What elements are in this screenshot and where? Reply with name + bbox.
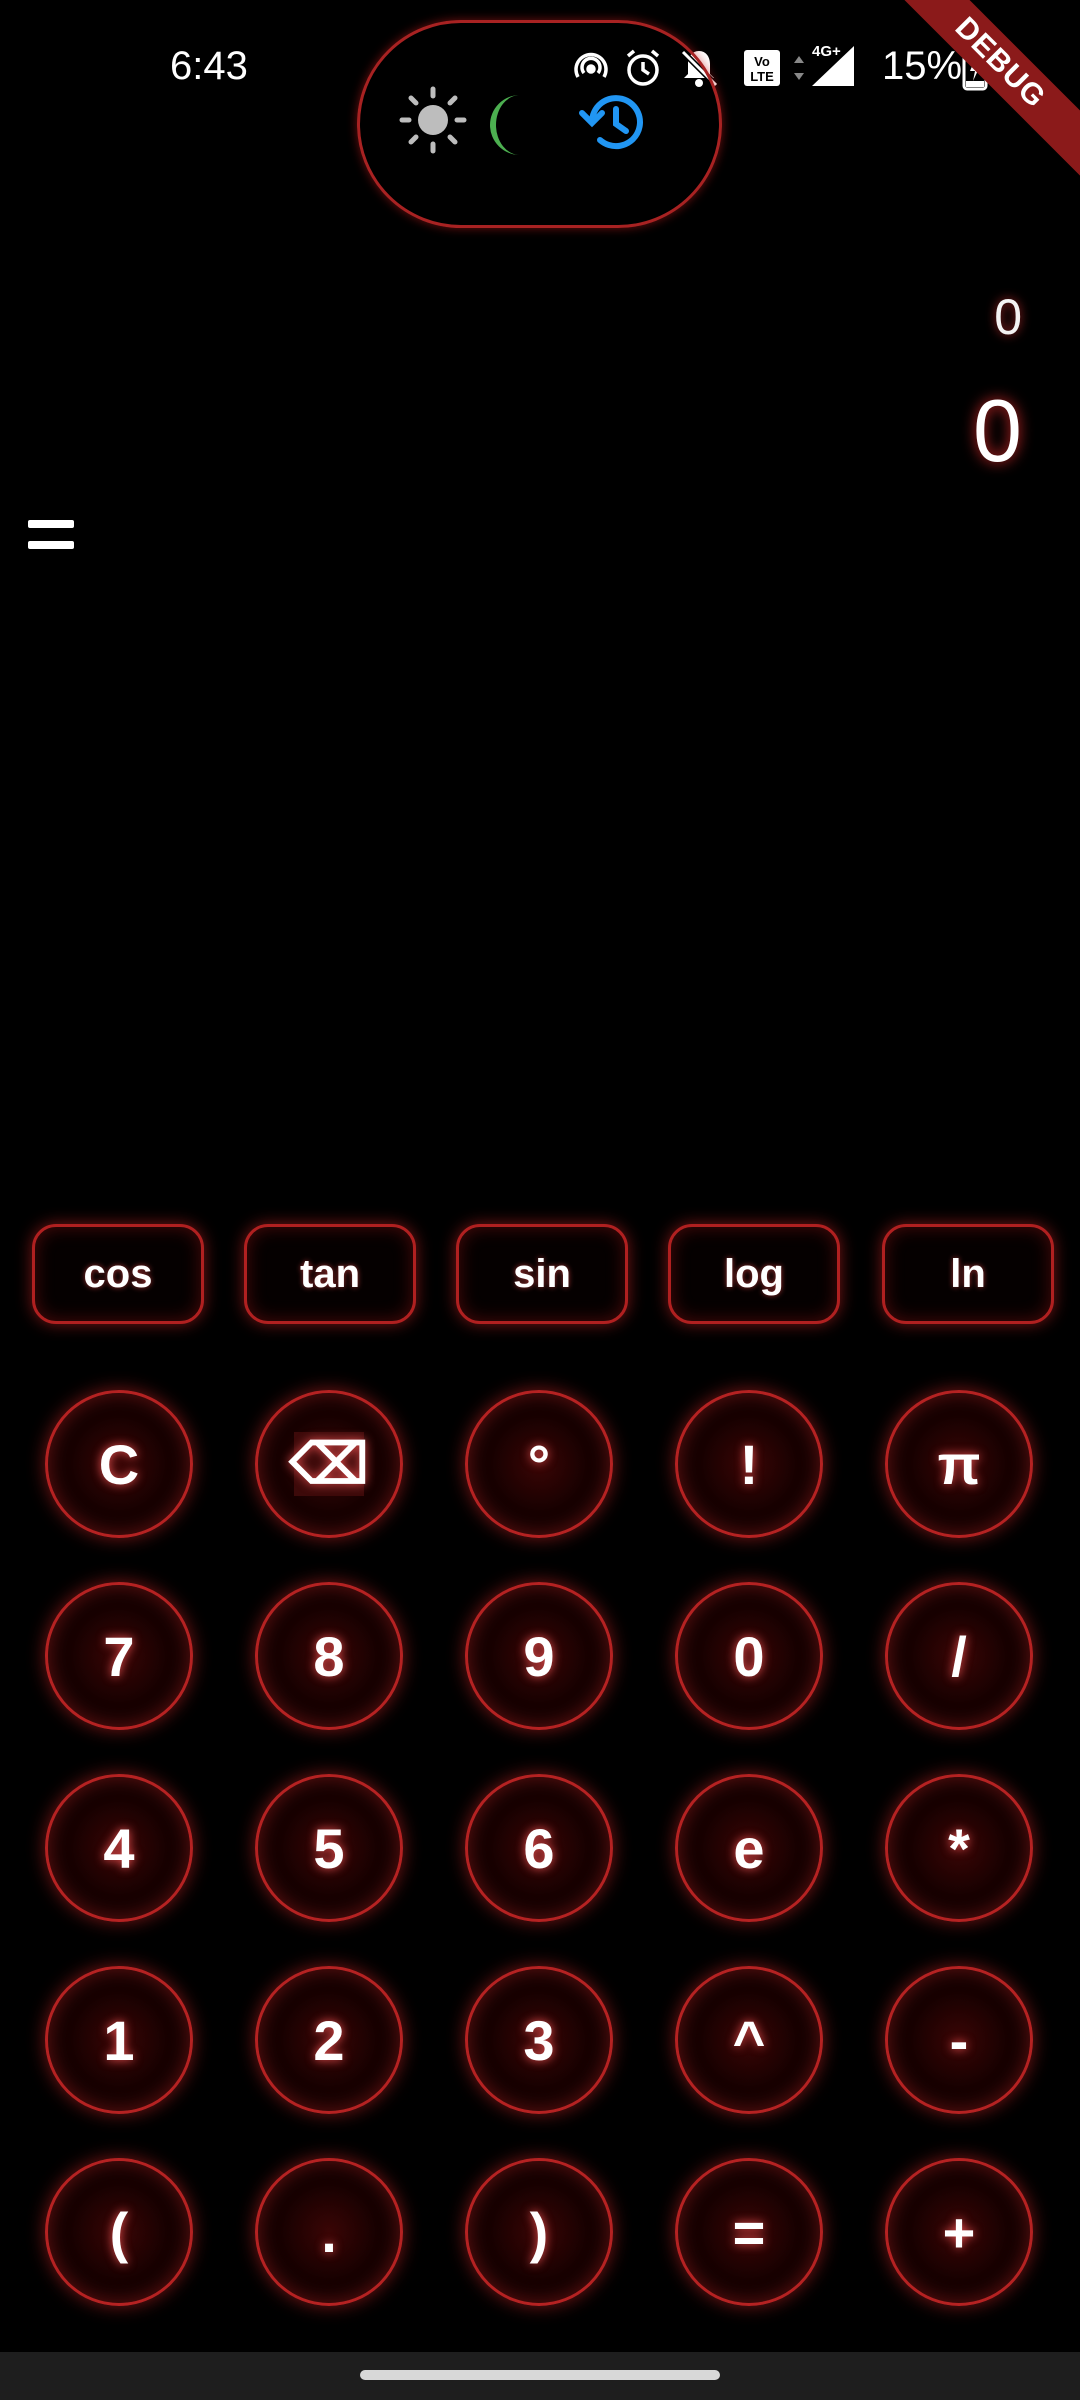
battery-percentage: 15% [882, 44, 963, 88]
digit-0-button[interactable]: 0 [675, 1582, 823, 1730]
network-label: 4G+ [812, 43, 841, 60]
pi-button[interactable]: π [885, 1390, 1033, 1538]
factorial-button[interactable]: ! [675, 1390, 823, 1538]
status-time: 6:43 [170, 44, 248, 88]
equals-button[interactable]: = [675, 2158, 823, 2306]
ln-button[interactable]: ln [882, 1224, 1054, 1324]
close-paren-button[interactable]: ) [465, 2158, 613, 2306]
divide-button[interactable]: / [885, 1582, 1033, 1730]
digit-6-button[interactable]: 6 [465, 1774, 613, 1922]
digit-9-button[interactable]: 9 [465, 1582, 613, 1730]
data-arrows-icon [792, 46, 806, 90]
digit-5-button[interactable]: 5 [255, 1774, 403, 1922]
digit-4-button[interactable]: 4 [45, 1774, 193, 1922]
expression-display: 0 [994, 289, 1022, 345]
moon-icon[interactable] [480, 93, 540, 162]
digit-2-button[interactable]: 2 [255, 1966, 403, 2114]
backspace-icon: ⌫ [289, 1432, 369, 1496]
open-paren-button[interactable]: ( [45, 2158, 193, 2306]
history-icon[interactable] [578, 89, 648, 160]
backspace-button[interactable]: ⌫ [255, 1390, 403, 1538]
scientific-functions-row: cos tan sin log ln [32, 1224, 1056, 1324]
digit-8-button[interactable]: 8 [255, 1582, 403, 1730]
multiply-button[interactable]: * [885, 1774, 1033, 1922]
home-gesture-handle[interactable] [360, 2370, 720, 2380]
subtract-button[interactable]: - [885, 1966, 1033, 2114]
power-button[interactable]: ^ [675, 1966, 823, 2114]
sin-button[interactable]: sin [456, 1224, 628, 1324]
signal-4g-icon: 4G+ [808, 42, 858, 86]
digit-3-button[interactable]: 3 [465, 1966, 613, 2114]
digit-1-button[interactable]: 1 [45, 1966, 193, 2114]
cos-button[interactable]: cos [32, 1224, 204, 1324]
volte-icon: Vo LTE [742, 46, 782, 90]
theme-switcher [357, 20, 722, 228]
digit-7-button[interactable]: 7 [45, 1582, 193, 1730]
sun-icon[interactable] [398, 85, 468, 160]
degree-button[interactable]: ° [465, 1390, 613, 1538]
navigation-bar [0, 2352, 1080, 2400]
svg-text:Vo: Vo [754, 54, 770, 69]
result-display: 0 [973, 381, 1022, 480]
menu-icon[interactable] [28, 520, 74, 558]
clear-button[interactable]: C [45, 1390, 193, 1538]
tan-button[interactable]: tan [244, 1224, 416, 1324]
add-button[interactable]: + [885, 2158, 1033, 2306]
decimal-button[interactable]: . [255, 2158, 403, 2306]
log-button[interactable]: log [668, 1224, 840, 1324]
euler-button[interactable]: e [675, 1774, 823, 1922]
svg-text:LTE: LTE [750, 69, 774, 84]
